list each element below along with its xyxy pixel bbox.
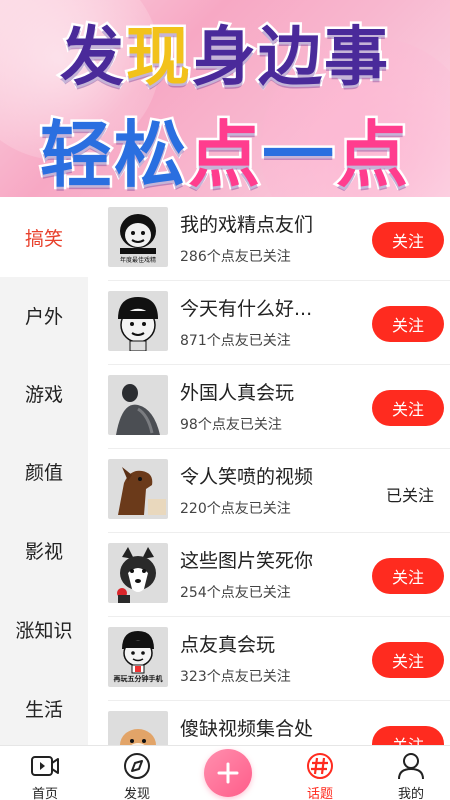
follow-button[interactable]: 关注 — [372, 726, 444, 745]
tab-topics[interactable]: 话题 — [275, 746, 365, 800]
topic-title: 我的戏精点友们 — [180, 214, 314, 236]
topic-follower-count: 220个点友已关注 — [180, 501, 291, 517]
category-item-funny[interactable]: 搞笑 — [0, 197, 88, 277]
meme-caption: 再玩五分钟手机 — [113, 675, 163, 683]
category-item-outdoor[interactable]: 户外 — [0, 275, 88, 355]
topic-row[interactable]: 今天有什么好... 871个点友已关注 关注 — [88, 281, 450, 365]
topic-follower-count: 871个点友已关注 — [180, 333, 291, 349]
follow-button[interactable]: 关注 — [372, 222, 444, 258]
topic-title: 傻缺视频集合处 — [180, 718, 314, 740]
category-item-games[interactable]: 游戏 — [0, 353, 88, 433]
compass-icon — [124, 753, 150, 779]
topic-row[interactable]: 这些图片笑死你 254个点友已关注 关注 — [88, 533, 450, 617]
topic-follower-count: 323个点友已关注 — [180, 669, 291, 685]
category-label: 涨知识 — [15, 619, 73, 642]
follow-button[interactable]: 关注 — [372, 390, 444, 426]
plus-icon — [217, 762, 239, 784]
topic-list: 年度最佳戏精 我的戏精点友们 286个点友已关注 关注 今天有什么好... 87… — [88, 197, 450, 745]
category-item-knowledge[interactable]: 涨知识 — [0, 589, 88, 669]
tab-me[interactable]: 我的 — [366, 746, 450, 800]
banner-text: 轻松 — [37, 111, 188, 198]
banner-text-highlight: 点 — [334, 111, 411, 198]
create-post-button[interactable] — [204, 749, 252, 797]
follow-button[interactable]: 关注 — [372, 306, 444, 342]
meme-phone-icon: 再玩五分钟手机 — [108, 627, 168, 687]
banner-headline-line2: 轻松点一点 — [0, 96, 450, 198]
video-icon — [31, 756, 59, 776]
followed-status[interactable]: 已关注 — [370, 482, 450, 506]
discover-banner[interactable]: 发现身边事 轻松点一点 — [0, 0, 450, 197]
banner-headline-line1: 发现身边事 — [0, 6, 450, 98]
category-label: 游戏 — [24, 383, 63, 406]
horse-photo-icon — [108, 459, 168, 519]
topic-row[interactable]: 年度最佳戏精 我的戏精点友们 286个点友已关注 关注 — [88, 197, 450, 281]
topic-title: 今天有什么好... — [180, 298, 313, 320]
topic-row[interactable]: 再玩五分钟手机 点友真会玩 323个点友已关注 关注 — [88, 617, 450, 701]
tab-discover[interactable]: 发现 — [92, 746, 182, 800]
topic-title: 外国人真会玩 — [180, 382, 295, 404]
topic-title: 这些图片笑死你 — [180, 550, 314, 572]
topic-title: 令人笑喷的视频 — [180, 466, 314, 488]
shiba-photo-icon — [108, 711, 168, 745]
meme-caption: 年度最佳戏精 — [119, 257, 156, 264]
topic-follower-count: 286个点友已关注 — [180, 249, 291, 265]
category-sidebar: 搞笑 户外 游戏 颜值 影视 涨知识 生活 — [0, 197, 88, 745]
follow-button[interactable]: 关注 — [372, 558, 444, 594]
meme-face-icon: 年度最佳戏精 — [108, 207, 168, 267]
tab-label: 发现 — [123, 787, 150, 800]
tab-label: 话题 — [306, 787, 333, 800]
topic-row[interactable]: 傻缺视频集合处 关注 — [88, 701, 450, 745]
topic-follower-count: 98个点友已关注 — [180, 417, 282, 433]
category-label: 搞笑 — [24, 227, 63, 250]
banner-text: 身边事 — [190, 19, 391, 98]
follow-button[interactable]: 关注 — [372, 642, 444, 678]
category-label: 户外 — [24, 305, 63, 328]
category-item-looks[interactable]: 颜值 — [0, 431, 88, 511]
banner-text-highlight: 现 — [124, 19, 193, 98]
tab-home[interactable]: 首页 — [0, 746, 90, 800]
user-icon — [398, 753, 424, 780]
banner-text: 发 — [58, 19, 127, 98]
category-label: 影视 — [24, 540, 63, 563]
category-item-life[interactable]: 生活 — [0, 668, 88, 748]
hashtag-icon — [307, 753, 333, 779]
banner-text-highlight: 点 — [185, 111, 262, 198]
photo-dark-icon — [108, 375, 168, 435]
category-label: 生活 — [24, 698, 63, 721]
meme-bowl-cut-icon — [108, 291, 168, 351]
category-item-movies[interactable]: 影视 — [0, 510, 88, 590]
tab-label: 我的 — [397, 787, 424, 800]
husky-photo-icon — [108, 543, 168, 603]
banner-text: 一 — [259, 111, 337, 198]
topic-row[interactable]: 令人笑喷的视频 220个点友已关注 已关注 — [88, 449, 450, 533]
category-label: 颜值 — [24, 461, 63, 484]
topic-follower-count: 254个点友已关注 — [180, 585, 291, 601]
topic-row[interactable]: 外国人真会玩 98个点友已关注 关注 — [88, 365, 450, 449]
topic-title: 点友真会玩 — [180, 634, 276, 656]
tab-label: 首页 — [31, 787, 58, 800]
